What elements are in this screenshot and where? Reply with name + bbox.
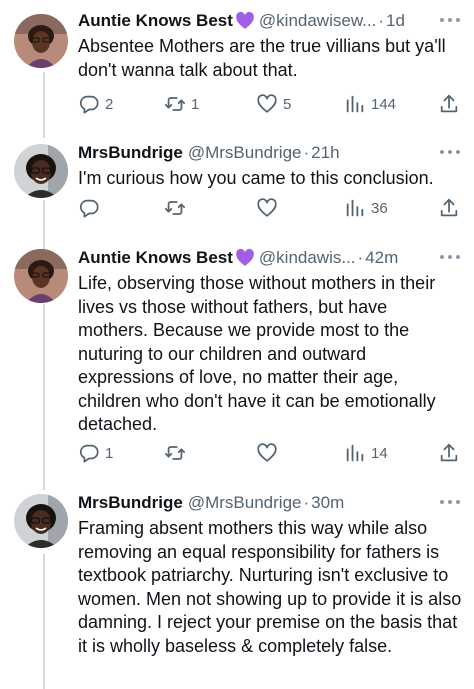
like-button[interactable]: 5 bbox=[256, 93, 291, 115]
avatar[interactable] bbox=[14, 14, 68, 68]
share-button[interactable] bbox=[438, 93, 460, 115]
tweet-text: Life, observing those without mothers in… bbox=[78, 273, 436, 434]
reply-icon bbox=[79, 199, 99, 218]
reply-button[interactable]: 1 bbox=[78, 442, 113, 464]
retweet-button[interactable] bbox=[164, 442, 186, 464]
views-button[interactable]: 144 bbox=[344, 93, 396, 115]
more-icon[interactable] bbox=[440, 495, 460, 509]
share-icon bbox=[440, 198, 458, 217]
purple-heart-icon bbox=[236, 11, 254, 29]
views-button[interactable]: 36 bbox=[344, 197, 388, 219]
display-name[interactable]: Auntie Knows Best bbox=[78, 11, 233, 31]
share-icon bbox=[440, 94, 458, 113]
retweet-icon bbox=[164, 97, 186, 111]
separator-dot: · bbox=[303, 143, 310, 162]
views-count: 14 bbox=[371, 444, 388, 462]
display-name[interactable]: Auntie Knows Best bbox=[78, 248, 233, 268]
tweet[interactable]: MrsBundrige @MrsBundrige · 21h I'm curio… bbox=[0, 140, 474, 236]
avatar[interactable] bbox=[14, 249, 68, 303]
separator-dot: · bbox=[357, 248, 364, 267]
user-handle[interactable]: @kindawis... bbox=[259, 248, 356, 268]
views-icon bbox=[346, 199, 364, 217]
reply-count: 1 bbox=[105, 444, 114, 462]
timestamp[interactable]: 30m bbox=[311, 493, 344, 513]
timestamp[interactable]: 42m bbox=[365, 248, 398, 268]
heart-icon bbox=[257, 94, 277, 113]
separator-dot: · bbox=[378, 11, 384, 30]
tweet-text: Absentee Mothers are the true villians b… bbox=[78, 36, 446, 80]
reply-button[interactable]: 2 bbox=[78, 93, 113, 115]
user-handle[interactable]: @kindawisew... bbox=[259, 11, 376, 31]
action-bar: 36 bbox=[78, 196, 462, 220]
avatar[interactable] bbox=[14, 494, 68, 548]
more-icon[interactable] bbox=[440, 13, 460, 27]
like-button[interactable] bbox=[256, 442, 278, 464]
retweet-icon bbox=[164, 201, 186, 215]
retweet-icon bbox=[164, 446, 186, 460]
more-icon[interactable] bbox=[440, 145, 460, 159]
display-name[interactable]: MrsBundrige bbox=[78, 143, 183, 163]
avatar[interactable] bbox=[14, 144, 68, 198]
action-bar: 2 1 5 144 bbox=[78, 92, 462, 116]
tweet-text: Framing absent mothers this way while al… bbox=[78, 518, 462, 656]
tweet[interactable]: Auntie Knows Best @kindawisew... · 1d Ab… bbox=[0, 8, 474, 126]
separator-dot: · bbox=[303, 493, 310, 512]
views-count: 144 bbox=[371, 95, 397, 113]
user-handle[interactable]: @MrsBundrige bbox=[188, 143, 302, 163]
display-name[interactable]: MrsBundrige bbox=[78, 493, 183, 513]
reply-icon bbox=[79, 444, 99, 463]
user-handle[interactable]: @MrsBundrige bbox=[188, 493, 302, 513]
views-icon bbox=[346, 95, 364, 113]
action-bar: 1 14 bbox=[78, 441, 462, 465]
views-count: 36 bbox=[371, 199, 388, 217]
purple-heart-icon bbox=[236, 248, 254, 266]
tweet[interactable]: Auntie Knows Best @kindawis... · 42m Lif… bbox=[0, 245, 474, 480]
heart-icon bbox=[257, 198, 277, 217]
tweet-header: Auntie Knows Best @kindawisew... · 1d bbox=[78, 8, 462, 34]
share-button[interactable] bbox=[438, 442, 460, 464]
tweet-header: Auntie Knows Best @kindawis... · 42m bbox=[78, 245, 462, 271]
share-button[interactable] bbox=[438, 197, 460, 219]
tweet[interactable]: MrsBundrige @MrsBundrige · 30m Framing a… bbox=[0, 490, 474, 689]
views-button[interactable]: 14 bbox=[344, 442, 388, 464]
timestamp[interactable]: 1d bbox=[386, 11, 405, 31]
retweet-button[interactable]: 1 bbox=[164, 93, 199, 115]
tweet-header: MrsBundrige @MrsBundrige · 30m bbox=[78, 490, 462, 516]
share-icon bbox=[440, 443, 458, 462]
reply-button[interactable] bbox=[78, 197, 100, 219]
like-button[interactable] bbox=[256, 197, 278, 219]
heart-icon bbox=[257, 443, 277, 462]
reply-count: 2 bbox=[105, 95, 114, 113]
tweet-text: I'm curious how you came to this conclus… bbox=[78, 168, 434, 188]
reply-icon bbox=[79, 95, 99, 114]
like-count: 5 bbox=[283, 95, 292, 113]
views-icon bbox=[346, 444, 364, 462]
retweet-button[interactable] bbox=[164, 197, 186, 219]
timestamp[interactable]: 21h bbox=[311, 143, 339, 163]
retweet-count: 1 bbox=[191, 95, 200, 113]
more-icon[interactable] bbox=[440, 250, 460, 264]
tweet-header: MrsBundrige @MrsBundrige · 21h bbox=[78, 140, 462, 166]
